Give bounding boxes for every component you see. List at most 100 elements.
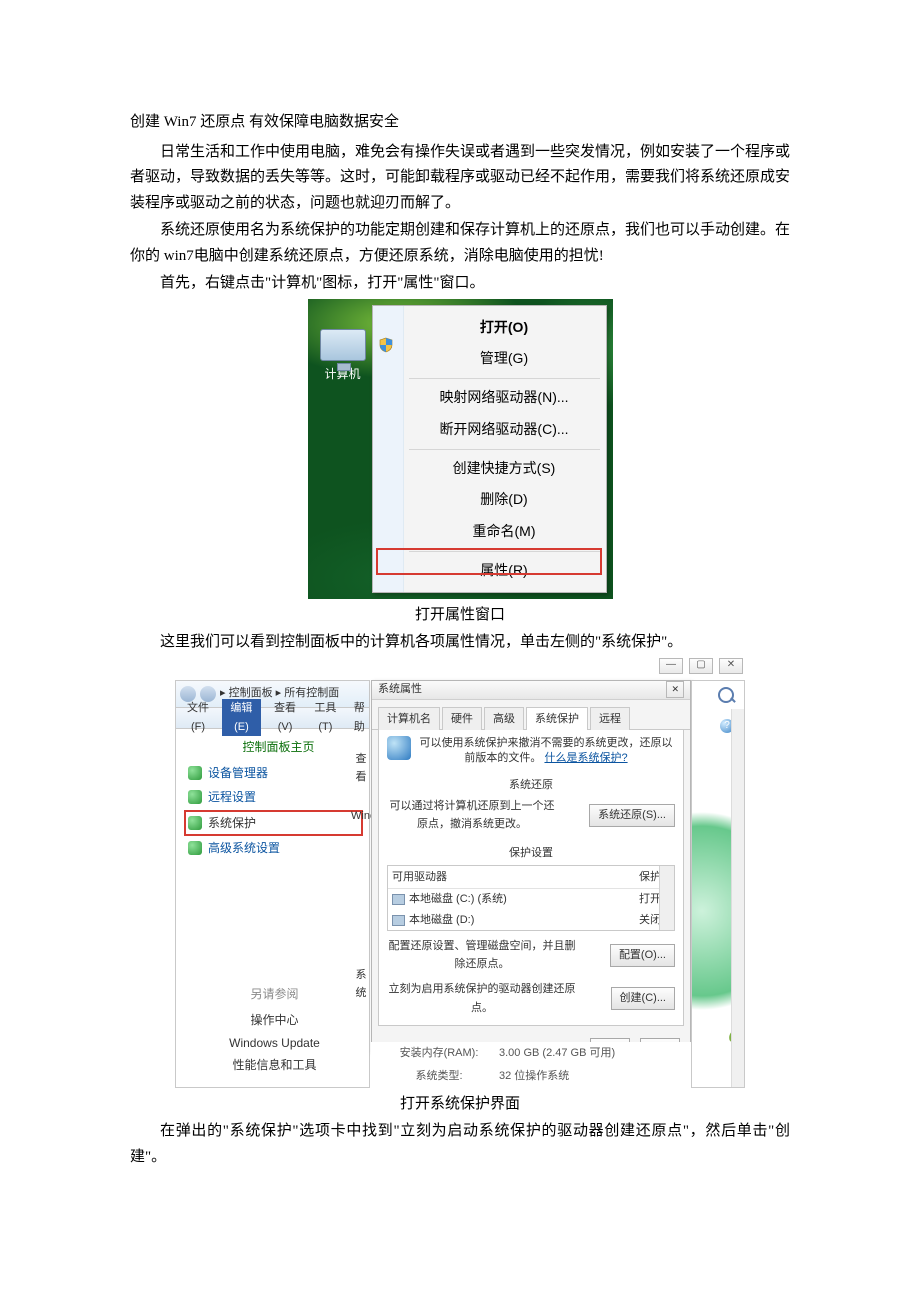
tab-hardware[interactable]: 硬件 (442, 707, 482, 731)
ctx-separator (409, 551, 600, 552)
right-pane: ? er (691, 680, 745, 1088)
dialog-tabs: 计算机名 硬件 高级 系统保护 远程 (372, 700, 690, 731)
system-info-rows: 安装内存(RAM): 3.00 GB (2.47 GB 可用) 系统类型: 32… (371, 1042, 691, 1087)
menu-file[interactable]: 文件(F) (182, 699, 214, 736)
figure-2-wrapper: — ▢ ✕ ▸ 控制面板 ▸ 所有控制面 文件(F) 编辑(E) 查看(V) 工… (130, 658, 790, 1088)
restore-desc: 可以通过将计算机还原到上一个还原点，撤消系统更改。 (387, 797, 557, 834)
intro-text: 可以使用系统保护来撤消不需要的系统更改，还原以前版本的文件。 什么是系统保护? (417, 736, 675, 766)
ctx-map-drive[interactable]: 映射网络驱动器(N)... (373, 382, 606, 414)
menu-edit[interactable]: 编辑(E) (222, 699, 261, 736)
shield-info-icon (387, 736, 411, 760)
para-2: 系统还原使用名为系统保护的功能定期创建和保存计算机上的还原点，我们也可以手动创建… (130, 218, 790, 269)
disk-icon (392, 915, 405, 926)
uac-shield-icon (378, 337, 394, 353)
context-menu: 打开(O) 管理(G) 映射网络驱动器(N)... 断开网络驱动器(C)... … (372, 305, 607, 593)
para-3: 首先，右键点击"计算机"图标，打开"属性"窗口。 (130, 271, 790, 297)
drive-row[interactable]: 本地磁盘 (C:) (系统) 打开 (388, 889, 674, 910)
ctx-properties[interactable]: 属性(R) (373, 555, 606, 587)
see-also-header: 另请参阅 (188, 983, 361, 1005)
tab-computer-name[interactable]: 计算机名 (378, 707, 440, 731)
drives-header-row: 可用驱动器 保护 (388, 866, 674, 890)
ctx-separator (409, 378, 600, 379)
link-perf-tools[interactable]: 性能信息和工具 (188, 1054, 361, 1076)
configure-button[interactable]: 配置(O)... (610, 944, 675, 967)
control-panel-window: ▸ 控制面板 ▸ 所有控制面 文件(F) 编辑(E) 查看(V) 工具(T) 帮… (175, 680, 370, 1088)
ram-label: 安装内存(RAM): (379, 1044, 499, 1063)
link-device-manager[interactable]: 设备管理器 (176, 761, 369, 785)
fieldset-protection-settings: 保护设置 可用驱动器 保护 本地磁盘 (C:) (系统) 打开 (387, 840, 675, 1017)
link-advanced-settings[interactable]: 高级系统设置 (176, 836, 369, 860)
bullet-icon (188, 790, 202, 804)
ctx-create-shortcut[interactable]: 创建快捷方式(S) (373, 453, 606, 485)
ram-value: 3.00 GB (2.47 GB 可用) (499, 1044, 615, 1063)
ctx-delete[interactable]: 删除(D) (373, 484, 606, 516)
window-close-button[interactable]: ✕ (719, 658, 743, 674)
link-label: 系统保护 (208, 813, 256, 833)
disk-icon (392, 894, 405, 905)
link-windows-update[interactable]: Windows Update (188, 1032, 361, 1054)
bullet-icon (188, 816, 202, 830)
configure-desc: 配置还原设置、管理磁盘空间，并且删除还原点。 (387, 937, 577, 974)
scrollbar[interactable] (731, 709, 744, 1087)
ctx-rename[interactable]: 重命名(M) (373, 516, 606, 548)
figure-2-caption: 打开系统保护界面 (130, 1092, 790, 1118)
figure-2-system-protection: — ▢ ✕ ▸ 控制面板 ▸ 所有控制面 文件(F) 编辑(E) 查看(V) 工… (175, 658, 745, 1088)
fieldset-system-restore: 系统还原 可以通过将计算机还原到上一个还原点，撤消系统更改。 系统还原(S)..… (387, 772, 675, 834)
context-menu-items: 打开(O) 管理(G) 映射网络驱动器(N)... 断开网络驱动器(C)... … (373, 306, 606, 593)
ctx-manage[interactable]: 管理(G) (373, 343, 606, 375)
link-remote-settings[interactable]: 远程设置 (176, 785, 369, 809)
drives-list-box: 可用驱动器 保护 本地磁盘 (C:) (系统) 打开 本地磁盘 (D:) 关闭 (387, 865, 675, 931)
desktop-computer-icon[interactable]: 计算机 (316, 329, 370, 384)
drive-row[interactable]: 本地磁盘 (D:) 关闭 (388, 910, 674, 931)
link-system-protection[interactable]: 系统保护 (184, 810, 363, 836)
window-minimize-button[interactable]: — (659, 658, 683, 674)
bullet-icon (188, 841, 202, 855)
window-maximize-button[interactable]: ▢ (689, 658, 713, 674)
systype-label: 系统类型: (379, 1067, 499, 1086)
create-desc: 立刻为启用系统保护的驱动器创建还原点。 (387, 980, 577, 1017)
document-page: 创建 Win7 还原点 有效保障电脑数据安全 日常生活和工作中使用电脑，难免会有… (0, 0, 920, 1302)
peek-text: 系统 (345, 966, 371, 1003)
create-row: 立刻为启用系统保护的驱动器创建还原点。 创建(C)... (387, 980, 675, 1017)
link-label: 设备管理器 (208, 763, 268, 783)
restore-row: 可以通过将计算机还原到上一个还原点，撤消系统更改。 系统还原(S)... (387, 797, 675, 834)
scrollbar[interactable] (659, 866, 674, 930)
ctx-disconnect-drive[interactable]: 断开网络驱动器(C)... (373, 414, 606, 446)
background-text-peek: 查看 Wine 系统 (345, 744, 371, 1023)
tab-remote[interactable]: 远程 (590, 707, 630, 731)
peek-text: Wine (345, 807, 371, 826)
dialog-title: 系统属性 (378, 680, 422, 699)
menu-view[interactable]: 查看(V) (269, 699, 302, 736)
doc-title: 创建 Win7 还原点 有效保障电脑数据安全 (130, 110, 790, 136)
ctx-open[interactable]: 打开(O) (373, 312, 606, 344)
figure-1-context-menu: 计算机 打开(O) 管理(G) 映射网络驱动器(N)... 断开网络驱动器(C)… (308, 299, 613, 599)
para-1: 日常生活和工作中使用电脑，难免会有操作失误或者遇到一些突发情况，例如安装了一个程… (130, 140, 790, 217)
intro-link[interactable]: 什么是系统保护? (544, 752, 627, 764)
configure-row: 配置还原设置、管理磁盘空间，并且删除还原点。 配置(O)... (387, 937, 675, 974)
intro-row: 可以使用系统保护来撤消不需要的系统更改，还原以前版本的文件。 什么是系统保护? (387, 736, 675, 766)
ram-row: 安装内存(RAM): 3.00 GB (2.47 GB 可用) (371, 1042, 691, 1065)
dialog-titlebar: 系统属性 ✕ (372, 681, 690, 700)
search-icon[interactable] (718, 687, 734, 703)
menu-tools[interactable]: 工具(T) (309, 699, 341, 736)
system-restore-button[interactable]: 系统还原(S)... (589, 804, 675, 827)
monitor-icon (320, 329, 366, 361)
menu-bar: 文件(F) 编辑(E) 查看(V) 工具(T) 帮助 (176, 708, 369, 729)
menu-help[interactable]: 帮助 (349, 699, 369, 736)
dialog-close-button[interactable]: ✕ (666, 681, 684, 698)
section-title-restore: 系统还原 (387, 776, 675, 795)
tab-system-protection[interactable]: 系统保护 (526, 707, 588, 731)
link-label: 高级系统设置 (208, 838, 280, 858)
peek-text: 查看 (345, 750, 371, 787)
section-title-settings: 保护设置 (387, 844, 675, 863)
col-drive: 可用驱动器 (392, 868, 630, 887)
create-restore-point-button[interactable]: 创建(C)... (611, 987, 675, 1010)
link-action-center[interactable]: 操作中心 (188, 1009, 361, 1031)
para-5: 在弹出的"系统保护"选项卡中找到"立刻为启动系统保护的驱动器创建还原点"，然后单… (130, 1119, 790, 1170)
figure-1-caption: 打开属性窗口 (130, 603, 790, 629)
tab-advanced[interactable]: 高级 (484, 707, 524, 731)
figure-1-wrapper: 计算机 打开(O) 管理(G) 映射网络驱动器(N)... 断开网络驱动器(C)… (130, 299, 790, 599)
ctx-separator (409, 449, 600, 450)
drive-name: 本地磁盘 (C:) (系统) (409, 890, 507, 909)
systype-row: 系统类型: 32 位操作系统 (371, 1065, 691, 1088)
